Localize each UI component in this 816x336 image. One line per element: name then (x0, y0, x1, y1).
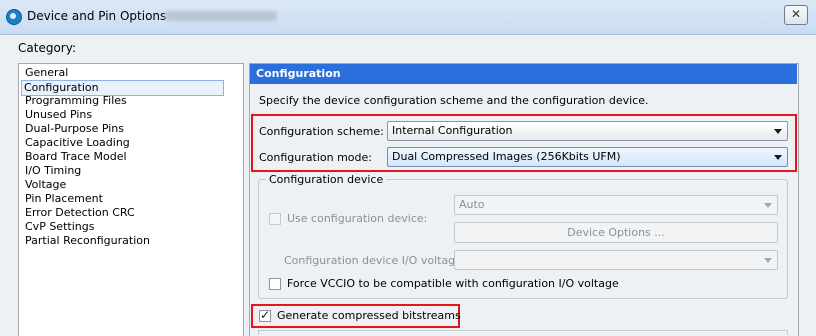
redacted-project-name (165, 11, 277, 21)
force-vccio-label: Force VCCIO to be compatible with config… (287, 277, 619, 290)
generate-compressed-bitstreams-checkbox[interactable] (259, 308, 271, 322)
io-voltage-select[interactable] (454, 250, 778, 270)
window-title: Device and Pin Options – (27, 9, 177, 23)
category-item-programming-files[interactable]: Programming Files (23, 94, 129, 108)
next-group-edge (258, 330, 788, 335)
category-label: Category: (18, 41, 76, 55)
scheme-select[interactable]: Internal Configuration (387, 121, 788, 141)
device-options-button[interactable]: Device Options ... (454, 222, 778, 243)
mode-select-value: Dual Compressed Images (256Kbits UFM) (392, 150, 621, 163)
chevron-down-icon (764, 258, 772, 263)
close-button[interactable]: ✕ (784, 5, 808, 25)
category-item-dual-purpose-pins[interactable]: Dual-Purpose Pins (23, 122, 126, 136)
panel-header: Configuration (250, 64, 797, 84)
io-voltage-label: Configuration device I/O voltage: (284, 254, 466, 267)
app-icon (6, 9, 22, 25)
mode-select[interactable]: Dual Compressed Images (256Kbits UFM) (387, 147, 788, 167)
category-item-board-trace-model[interactable]: Board Trace Model (23, 150, 129, 164)
scheme-select-value: Internal Configuration (392, 124, 513, 137)
configuration-device-value: Auto (459, 198, 485, 211)
chevron-down-icon (764, 203, 772, 208)
force-vccio-checkbox[interactable] (269, 278, 281, 290)
configuration-device-group-title: Configuration device (266, 173, 387, 186)
configuration-device-select[interactable]: Auto (454, 195, 778, 215)
category-item-io-timing[interactable]: I/O Timing (23, 164, 83, 178)
category-item-voltage[interactable]: Voltage (23, 178, 68, 192)
category-item-cvp-settings[interactable]: CvP Settings (23, 220, 96, 234)
generate-compressed-bitstreams-label: Generate compressed bitstreams (277, 309, 461, 322)
use-configuration-device-checkbox[interactable] (269, 213, 281, 225)
chevron-down-icon (774, 129, 782, 134)
title-bar: Device and Pin Options – ✕ (0, 0, 816, 35)
category-item-pin-placement[interactable]: Pin Placement (23, 192, 105, 206)
category-item-general[interactable]: General (23, 66, 70, 80)
chevron-down-icon (774, 155, 782, 160)
panel-description: Specify the device configuration scheme … (259, 94, 649, 107)
category-item-partial-reconfiguration[interactable]: Partial Reconfiguration (23, 234, 152, 248)
use-configuration-device-label: Use configuration device: (287, 212, 428, 225)
category-item-capacitive-loading[interactable]: Capacitive Loading (23, 136, 132, 150)
mode-label: Configuration mode: (259, 151, 372, 164)
category-item-unused-pins[interactable]: Unused Pins (23, 108, 94, 122)
scheme-label: Configuration scheme: (259, 125, 384, 138)
category-item-error-detection-crc[interactable]: Error Detection CRC (23, 206, 137, 220)
